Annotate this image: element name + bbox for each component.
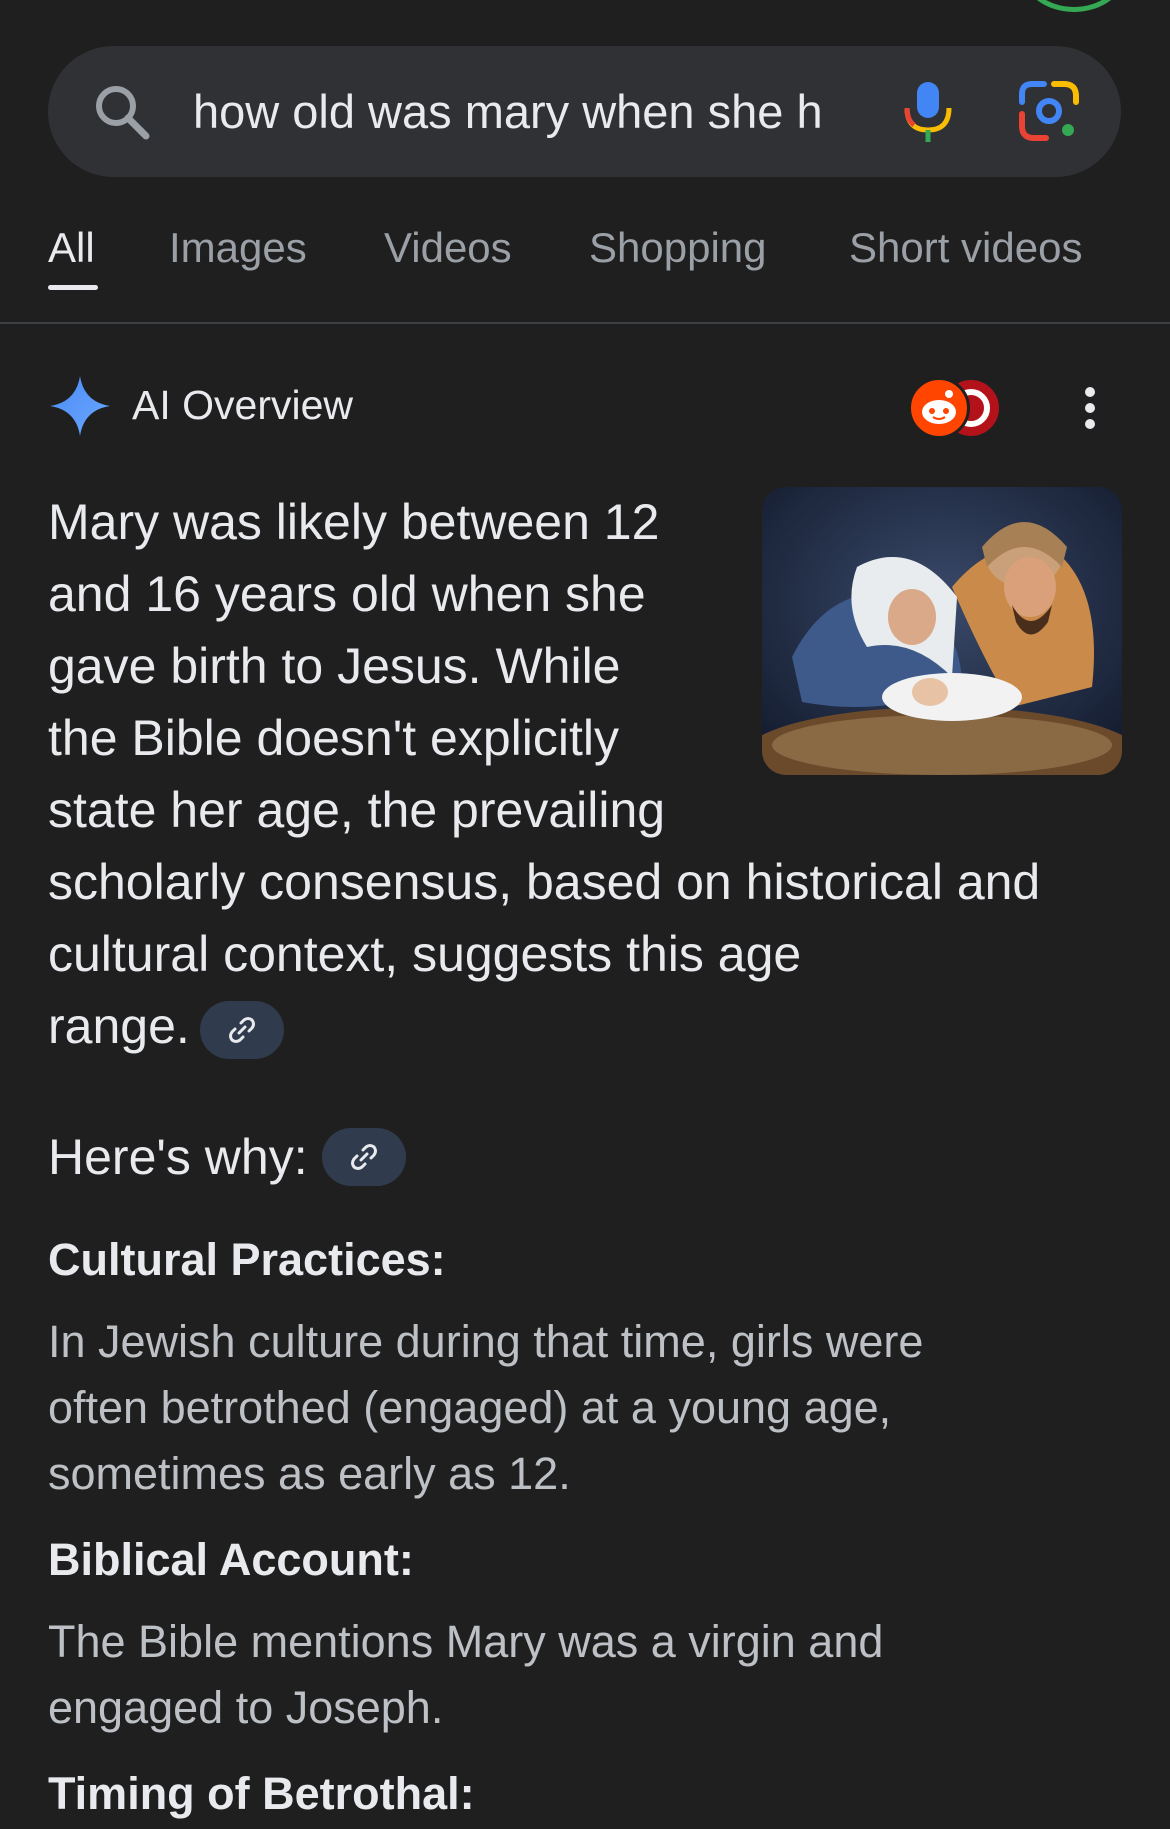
summary-line: the Bible doesn't explicitly	[48, 710, 619, 766]
section-body-line: In Jewish culture during that time, girl…	[48, 1316, 924, 1367]
link-icon	[228, 1016, 255, 1043]
active-tab-indicator	[48, 285, 98, 290]
search-icon[interactable]	[90, 80, 154, 144]
search-input[interactable]: how old was mary when she h	[193, 46, 883, 177]
tab-all[interactable]: All	[48, 224, 95, 272]
section-body: In Jewish culture during that time, girl…	[48, 1309, 1128, 1507]
search-bar[interactable]: how old was mary when she h	[48, 46, 1121, 177]
more-options-icon[interactable]	[1080, 386, 1100, 430]
account-avatar[interactable]	[1020, 0, 1128, 12]
why-heading-row: Here's why:	[48, 1127, 406, 1186]
ai-overview-title: AI Overview	[132, 382, 353, 428]
section-body-line: sometimes as early as 12.	[48, 1448, 571, 1499]
summary-line: scholarly consensus, based on historical…	[48, 854, 1041, 910]
ai-overview-summary: Mary was likely between 12 and 16 years …	[48, 486, 1128, 1062]
section-body-line: often betrothed (engaged) at a young age…	[48, 1382, 892, 1433]
section-heading: Timing of Betrothal:	[48, 1768, 475, 1819]
ai-sparkle-icon	[50, 376, 110, 436]
ai-overview-header: AI Overview	[48, 372, 1128, 442]
citation-link-button[interactable]	[199, 1000, 284, 1059]
section-body: The Bible mentions Mary was a virgin and…	[48, 1609, 1128, 1741]
summary-line: gave birth to Jesus. While	[48, 638, 621, 694]
tab-short-videos[interactable]: Short videos	[849, 224, 1082, 272]
search-tabs: All Images Videos Shopping Short videos	[0, 200, 1170, 324]
summary-line: state her age, the prevailing	[48, 782, 666, 838]
tab-videos[interactable]: Videos	[384, 224, 512, 272]
summary-line: cultural context, suggests this age	[48, 926, 802, 982]
citation-link-button[interactable]	[321, 1127, 406, 1186]
section-heading: Biblical Account:	[48, 1534, 414, 1585]
link-icon	[350, 1143, 377, 1170]
summary-line: and 16 years old when she	[48, 566, 646, 622]
microphone-icon[interactable]	[898, 80, 958, 144]
summary-line: Mary was likely between 12	[48, 494, 660, 550]
reddit-icon[interactable]	[908, 377, 970, 439]
section-body-line: engaged to Joseph.	[48, 1682, 444, 1733]
tab-shopping[interactable]: Shopping	[589, 224, 767, 272]
why-heading: Here's why:	[48, 1129, 308, 1185]
summary-line: range.	[48, 998, 190, 1054]
section-body-line: The Bible mentions Mary was a virgin and	[48, 1616, 884, 1667]
tab-images[interactable]: Images	[169, 224, 307, 272]
section-heading: Cultural Practices:	[48, 1234, 446, 1285]
summary-line-last: range.	[48, 990, 1128, 1062]
google-lens-icon[interactable]	[1018, 80, 1080, 142]
